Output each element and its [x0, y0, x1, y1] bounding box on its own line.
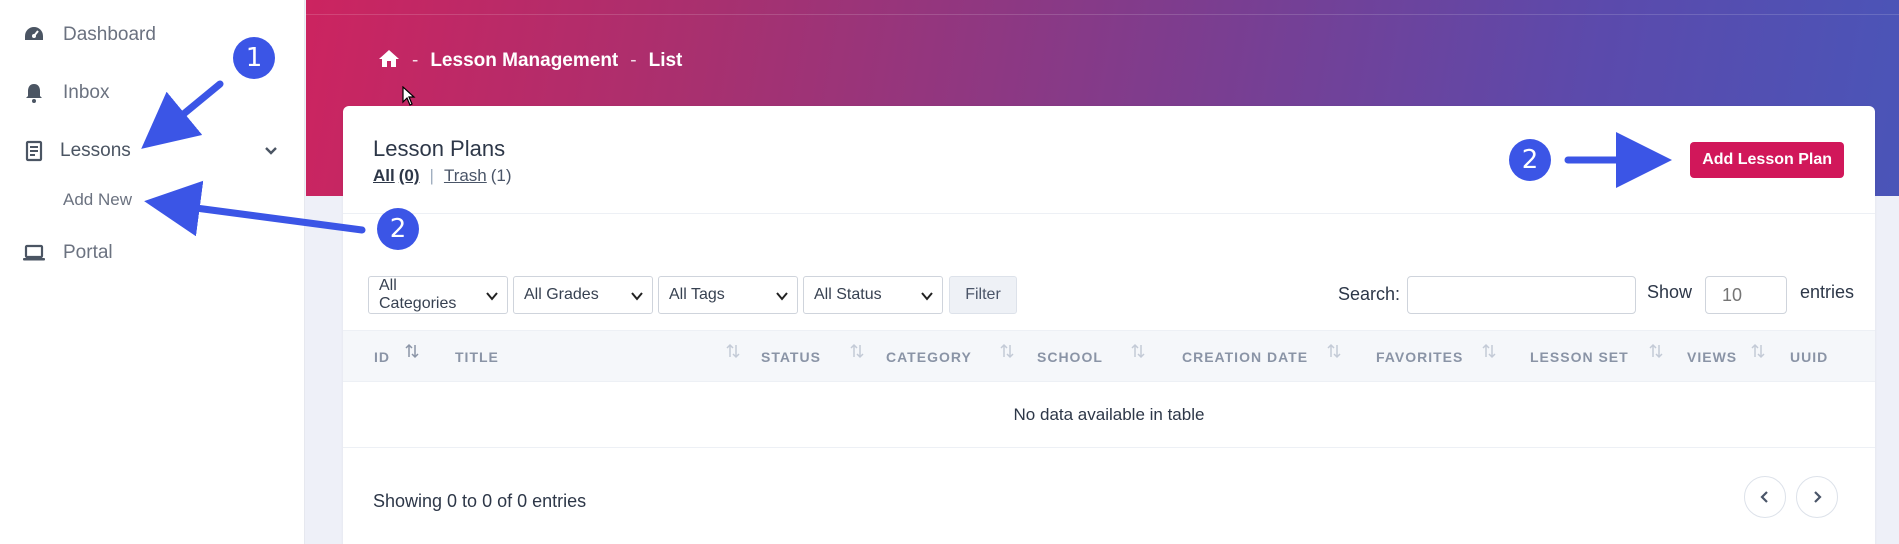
sidebar-item-label: Portal — [63, 242, 113, 263]
annotation-badge-1: 1 — [233, 37, 275, 79]
annotation-badge-2-button: 2 — [1509, 139, 1551, 181]
annotation-badge-2-sidebar: 2 — [377, 208, 419, 250]
chevron-down-icon — [776, 292, 788, 301]
add-lesson-plan-button[interactable]: Add Lesson Plan — [1690, 142, 1844, 178]
chevron-down-icon[interactable] — [262, 142, 280, 160]
tab-divider: | — [429, 166, 434, 185]
chevron-right-icon — [1814, 491, 1822, 503]
document-icon — [22, 139, 46, 163]
sidebar-item-label: Dashboard — [63, 24, 156, 45]
tab-all[interactable]: All (0) — [373, 166, 420, 186]
sort-icon[interactable] — [1131, 343, 1145, 359]
sort-icon[interactable] — [1482, 343, 1496, 359]
column-uuid[interactable]: UUID — [1790, 349, 1828, 365]
sidebar-item-label: Inbox — [63, 82, 110, 103]
dashboard-icon — [22, 23, 46, 47]
tags-select[interactable]: All Tags — [658, 276, 798, 314]
status-select[interactable]: All Status — [803, 276, 943, 314]
sidebar-item-inbox[interactable]: Inbox — [0, 73, 305, 113]
table-info: Showing 0 to 0 of 0 entries — [373, 491, 587, 511]
tab-trash[interactable]: Trash (1) — [444, 166, 512, 186]
chevron-down-icon — [921, 292, 933, 301]
chevron-down-icon — [631, 292, 643, 301]
entries-count-input[interactable] — [1705, 276, 1787, 314]
sidebar: Dashboard Inbox Lessons Add New Portal — [0, 0, 305, 544]
sort-icon[interactable] — [1649, 343, 1663, 359]
header-divider — [306, 14, 1899, 15]
sort-icon[interactable] — [850, 343, 864, 359]
filter-button[interactable]: Filter — [949, 276, 1017, 314]
sidebar-item-lessons[interactable]: Lessons — [0, 131, 305, 171]
column-title[interactable]: TITLE — [455, 349, 499, 365]
home-icon[interactable] — [378, 48, 400, 74]
sidebar-item-label: Lessons — [60, 140, 131, 161]
grades-select[interactable]: All Grades — [513, 276, 653, 314]
categories-select[interactable]: All Categories — [368, 276, 508, 314]
next-page-button[interactable] — [1796, 476, 1838, 518]
column-category[interactable]: CATEGORY — [886, 349, 972, 365]
chevron-left-icon — [1760, 491, 1768, 503]
sort-icon[interactable] — [405, 343, 419, 359]
chevron-down-icon — [486, 292, 498, 301]
show-label: Show — [1647, 282, 1693, 302]
breadcrumb-separator: - — [412, 50, 419, 71]
column-id[interactable]: ID — [374, 349, 390, 365]
breadcrumb-lesson-management[interactable]: Lesson Management — [430, 50, 618, 72]
sidebar-subitem-add-new[interactable]: Add New — [63, 190, 132, 210]
bell-icon — [22, 81, 46, 105]
breadcrumb-list: List — [648, 50, 683, 71]
breadcrumb-separator: - — [630, 50, 637, 71]
laptop-icon — [22, 241, 46, 265]
mouse-cursor-icon — [402, 86, 416, 106]
sort-icon[interactable] — [726, 343, 740, 359]
column-creation-date[interactable]: CREATION DATE — [1182, 349, 1308, 365]
column-status[interactable]: STATUS — [761, 349, 821, 365]
column-favorites[interactable]: FAVORITES — [1376, 349, 1463, 365]
sort-icon[interactable] — [1751, 343, 1765, 359]
previous-page-button[interactable] — [1744, 476, 1786, 518]
column-school[interactable]: SCHOOL — [1037, 349, 1103, 365]
search-label: Search: — [1338, 284, 1401, 304]
card-title: Lesson Plans — [373, 136, 506, 161]
column-lesson-set[interactable]: LESSON SET — [1530, 349, 1629, 365]
breadcrumb: - Lesson Management - List — [378, 48, 682, 74]
lesson-plans-card: Lesson Plans All (0) | Trash (1) Add Lesso… — [343, 106, 1875, 544]
column-views[interactable]: VIEWS — [1687, 349, 1737, 365]
status-tabs: All (0) | Trash (1) — [373, 166, 512, 186]
sidebar-item-portal[interactable]: Portal — [0, 233, 305, 273]
search-input[interactable] — [1407, 276, 1636, 314]
entries-label: entries — [1800, 282, 1855, 302]
sort-icon[interactable] — [1327, 343, 1341, 359]
card-divider — [343, 213, 1875, 214]
sort-icon[interactable] — [1000, 343, 1014, 359]
table-empty-message: No data available in table — [343, 382, 1875, 448]
table-header: ID TITLE STATUS CATEGORY SCHOOL CREATION… — [343, 330, 1875, 382]
